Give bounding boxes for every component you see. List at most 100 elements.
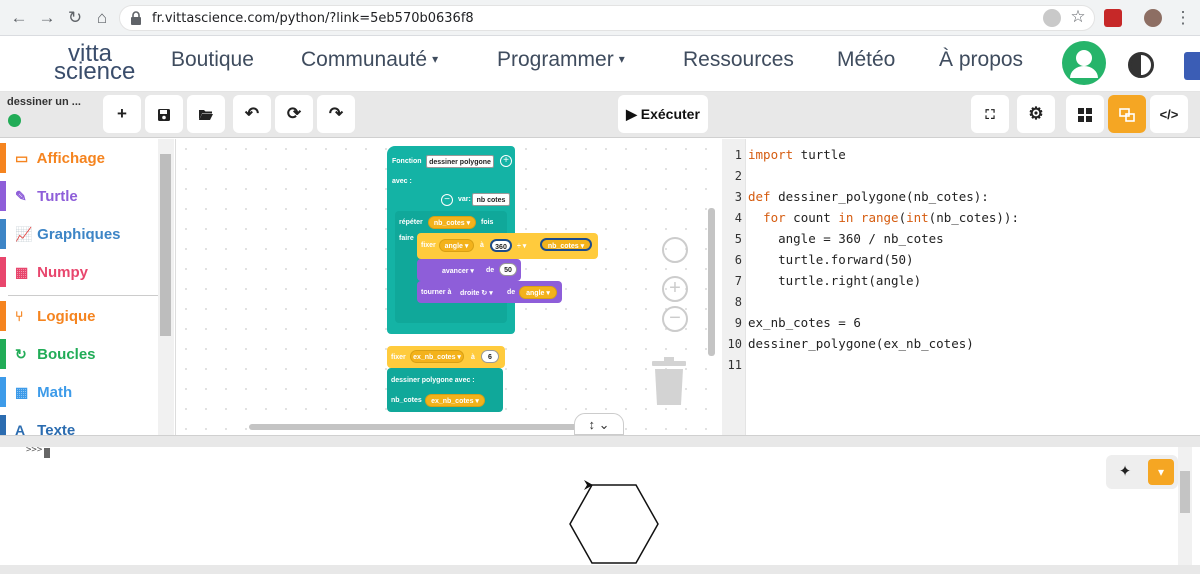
console-scrollbar[interactable] <box>1178 447 1192 565</box>
profile-avatar-icon[interactable] <box>1144 9 1162 27</box>
line-number: 8 <box>734 295 742 309</box>
angle-var-dropdown[interactable]: angle ▾ <box>439 239 474 252</box>
grid-icon <box>1078 107 1092 122</box>
function-name-field[interactable]: dessiner polygone <box>426 155 494 168</box>
line-number: 11 <box>727 358 742 372</box>
code-line[interactable]: angle = 360 / nb_cotes <box>748 231 944 246</box>
console-panel[interactable]: >>> ✦ ▾ <box>0 445 1200 574</box>
nav-meteo[interactable]: Météo <box>837 48 895 72</box>
code-line[interactable]: for count in range(int(nb_cotes)): <box>748 210 1019 225</box>
camera-blocked-icon[interactable] <box>1043 9 1061 27</box>
divide-dropdown[interactable]: ÷ ▾ <box>517 242 526 250</box>
ex-var-dropdown[interactable]: ex_nb_cotes ▾ <box>410 350 464 363</box>
nav-communaute[interactable]: Communauté ▾ <box>301 48 438 72</box>
theme-toggle-icon[interactable] <box>1128 52 1154 78</box>
code-line[interactable]: turtle.forward(50) <box>748 252 913 267</box>
code-line[interactable]: turtle.right(angle) <box>748 273 921 288</box>
panel-resize-handle[interactable]: ↕ ⌄ <box>574 413 624 435</box>
side-panel-tab[interactable] <box>1184 52 1200 80</box>
zoom-out-icon[interactable]: − <box>662 306 688 332</box>
avancer-dropdown[interactable]: avancer ▾ <box>442 267 474 275</box>
recenter-icon[interactable] <box>662 237 688 263</box>
nav-ressources[interactable]: Ressources <box>683 48 794 72</box>
line-number: 10 <box>727 337 742 351</box>
workspace-hscroll[interactable] <box>249 424 577 430</box>
gear-icon: ⚙ <box>1028 104 1044 123</box>
zoom-in-icon[interactable]: + <box>662 276 688 302</box>
category-turtle[interactable]: ✎ Turtle <box>0 177 158 215</box>
chart-line-icon: 📈 <box>15 226 33 242</box>
console-splitter[interactable] <box>0 435 1200 447</box>
code-line[interactable]: ex_nb_cotes = 6 <box>748 315 861 330</box>
plus-icon[interactable]: + <box>500 155 512 167</box>
vittascience-logo[interactable]: vitta science <box>54 40 154 88</box>
open-folder-button[interactable] <box>187 95 225 133</box>
ex-var-dropdown[interactable]: ex_nb_cotes ▾ <box>425 394 485 407</box>
number-360[interactable]: 360 <box>490 239 512 252</box>
bookmark-star-icon[interactable]: ☆ <box>1067 6 1089 28</box>
pdf-extension-icon[interactable] <box>1104 9 1122 27</box>
sync-button[interactable]: ⟳ <box>275 95 313 133</box>
line-number: 5 <box>734 232 742 246</box>
nav-a-propos[interactable]: À propos <box>939 48 1023 72</box>
div-var-dropdown[interactable]: nb_cotes ▾ <box>540 238 592 251</box>
turtle-cursor-icon <box>584 480 593 490</box>
home-icon[interactable]: ⌂ <box>91 7 113 29</box>
blockly-workspace[interactable]: Fonction dessiner polygone + avec : − va… <box>176 139 722 435</box>
number-6[interactable]: 6 <box>481 350 499 363</box>
repeter-label: répéter <box>399 219 423 226</box>
user-avatar-icon[interactable] <box>1062 41 1106 85</box>
call-label: dessiner polygone avec : <box>391 377 475 384</box>
angle-var-dropdown[interactable]: angle ▾ <box>519 286 557 299</box>
undo-icon: ↶ <box>244 104 260 123</box>
block-categories: ▭ Affichage ✎ Turtle 📈 Graphiques ▦ Nump… <box>0 139 176 435</box>
save-icon <box>158 108 170 121</box>
address-bar[interactable]: fr.vittascience.com/python/?link=5eb570b… <box>119 5 1095 31</box>
category-texte[interactable]: A Texte <box>0 411 158 435</box>
back-icon[interactable]: ← <box>8 7 30 29</box>
code-icon: </> <box>1159 107 1179 122</box>
category-affichage[interactable]: ▭ Affichage <box>0 139 158 177</box>
minus-icon[interactable]: − <box>441 194 453 206</box>
sync-icon: ⟳ <box>286 104 302 123</box>
category-boucles[interactable]: ↻ Boucles <box>0 335 158 373</box>
blocks-view-button[interactable] <box>1066 95 1104 133</box>
function-label: Fonction <box>392 158 422 165</box>
fois-label: fois <box>481 219 494 226</box>
category-numpy[interactable]: ▦ Numpy <box>0 253 158 291</box>
repeat-var-dropdown[interactable]: nb_cotes ▾ <box>428 216 476 229</box>
code-line[interactable]: import turtle <box>748 147 846 162</box>
trash-icon[interactable] <box>650 357 688 407</box>
category-math[interactable]: ▦ Math <box>0 373 158 411</box>
split-view-button[interactable] <box>1108 95 1146 133</box>
save-button[interactable] <box>145 95 183 133</box>
run-button[interactable]: ▶ Exécuter <box>618 95 708 133</box>
direction-dropdown[interactable]: droite ↻ ▾ <box>460 289 493 297</box>
turtle-canvas <box>569 480 659 564</box>
category-graphiques[interactable]: 📈 Graphiques <box>0 215 158 253</box>
redo-button[interactable]: ↷ <box>317 95 355 133</box>
category-logique[interactable]: ⑂ Logique <box>0 297 158 335</box>
code-view-button[interactable]: </> <box>1150 95 1188 133</box>
clear-broom-icon[interactable]: ✦ <box>1112 459 1138 485</box>
new-file-button[interactable]: + <box>103 95 141 133</box>
code-line[interactable]: def dessiner_polygone(nb_cotes): <box>748 189 989 204</box>
url-text: fr.vittascience.com/python/?link=5eb570b… <box>152 11 474 26</box>
code-line[interactable]: dessiner_polygone(ex_nb_cotes) <box>748 336 974 351</box>
fullscreen-button[interactable]: ⛶ <box>971 95 1009 133</box>
reload-icon[interactable]: ↻ <box>64 7 86 29</box>
collapse-console-button[interactable]: ▾ <box>1148 459 1174 485</box>
var-name-field[interactable]: nb cotes <box>472 193 510 206</box>
number-50[interactable]: 50 <box>499 263 517 276</box>
forward-icon[interactable]: → <box>36 7 58 29</box>
categories-scrollbar[interactable] <box>158 139 174 435</box>
settings-button[interactable]: ⚙ <box>1017 95 1055 133</box>
play-icon: ▶ <box>626 106 637 122</box>
chevron-down-icon: ⌄ <box>598 417 610 432</box>
workspace-vscroll[interactable] <box>708 208 715 356</box>
project-name[interactable]: dessiner un ... <box>7 96 81 108</box>
menu-dots-icon[interactable]: ⋮ <box>1172 7 1194 29</box>
undo-button[interactable]: ↶ <box>233 95 271 133</box>
nav-programmer[interactable]: Programmer ▾ <box>497 48 625 72</box>
nav-boutique[interactable]: Boutique <box>171 48 254 72</box>
